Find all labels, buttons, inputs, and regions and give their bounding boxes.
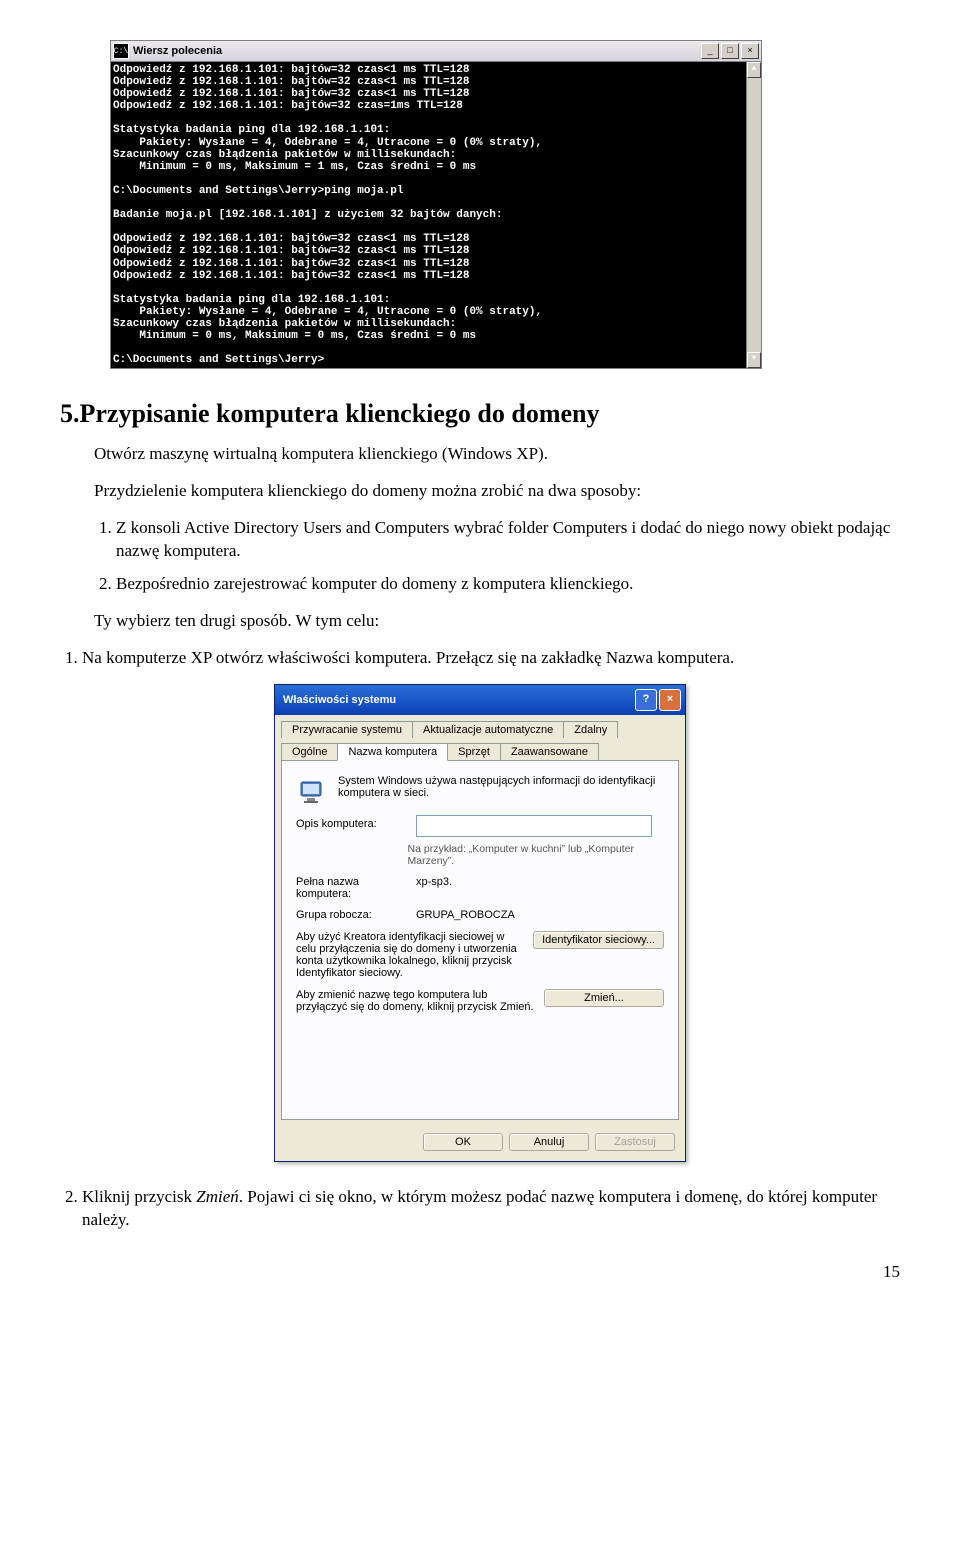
network-id-button[interactable]: Identyfikator sieciowy... bbox=[533, 931, 664, 949]
list-item: Z konsoli Active Directory Users and Com… bbox=[116, 517, 900, 563]
help-button[interactable]: ? bbox=[635, 689, 657, 711]
system-properties-dialog: Właściwości systemu ? × Przywracanie sys… bbox=[274, 684, 686, 1162]
tab-remote[interactable]: Zdalny bbox=[563, 721, 618, 738]
tab-computer-name[interactable]: Nazwa komputera bbox=[337, 743, 448, 761]
emphasis: Zmień bbox=[196, 1187, 239, 1206]
list-item: Na komputerze XP otwórz właściwości komp… bbox=[82, 647, 900, 670]
paragraph: Otwórz maszynę wirtualną komputera klien… bbox=[94, 443, 900, 466]
change-button[interactable]: Zmień... bbox=[544, 989, 664, 1007]
computer-description-label: Opis komputera: bbox=[296, 815, 416, 830]
network-id-text: Aby użyć Kreatora identyfikacji sieciowe… bbox=[296, 931, 533, 979]
paragraph: Ty wybierz ten drugi sposób. W tym celu: bbox=[94, 610, 900, 633]
computer-description-hint: Na przykład: „Komputer w kuchni” lub „Ko… bbox=[408, 843, 664, 867]
scroll-up-button[interactable]: ▲ bbox=[747, 62, 761, 78]
change-text: Aby zmienić nazwę tego komputera lub prz… bbox=[296, 989, 544, 1013]
tab-auto-updates[interactable]: Aktualizacje automatyczne bbox=[412, 721, 564, 738]
section-heading: 5.Przypisanie komputera klienckiego do d… bbox=[60, 399, 900, 429]
close-button[interactable]: × bbox=[741, 43, 759, 59]
close-button[interactable]: × bbox=[659, 689, 681, 711]
tab-advanced[interactable]: Zaawansowane bbox=[500, 743, 599, 761]
cancel-button[interactable]: Anuluj bbox=[509, 1133, 589, 1151]
cmd-scrollbar[interactable]: ▲▼ bbox=[746, 62, 761, 368]
dialog-title: Właściwości systemu bbox=[283, 694, 633, 706]
cmd-window: C:\ Wiersz polecenia _ □ × Odpowiedź z 1… bbox=[110, 40, 762, 369]
dialog-titlebar[interactable]: Właściwości systemu ? × bbox=[275, 685, 685, 715]
list-item: Kliknij przycisk Zmień. Pojawi ci się ok… bbox=[82, 1186, 900, 1232]
cmd-output: Odpowiedź z 192.168.1.101: bajtów=32 cza… bbox=[111, 62, 761, 368]
workgroup-label: Grupa robocza: bbox=[296, 906, 416, 921]
workgroup-value: GRUPA_ROBOCZA bbox=[416, 906, 515, 921]
tab-hardware[interactable]: Sprzęt bbox=[447, 743, 501, 761]
computer-icon bbox=[296, 775, 330, 809]
cmd-icon: C:\ bbox=[113, 43, 129, 59]
full-name-value: xp-sp3. bbox=[416, 873, 452, 888]
maximize-button[interactable]: □ bbox=[721, 43, 739, 59]
paragraph: Przydzielenie komputera klienckiego do d… bbox=[94, 480, 900, 503]
page-number: 15 bbox=[60, 1262, 900, 1282]
scroll-down-button[interactable]: ▼ bbox=[747, 352, 761, 368]
tab-general[interactable]: Ogólne bbox=[281, 743, 338, 761]
tab-panel: System Windows używa następujących infor… bbox=[281, 760, 679, 1120]
cmd-icon-text: C:\ bbox=[114, 47, 128, 56]
ok-button[interactable]: OK bbox=[423, 1133, 503, 1151]
apply-button[interactable]: Zastosuj bbox=[595, 1133, 675, 1151]
full-name-label: Pełna nazwa komputera: bbox=[296, 873, 416, 900]
dialog-description: System Windows używa następujących infor… bbox=[338, 775, 664, 799]
minimize-button[interactable]: _ bbox=[701, 43, 719, 59]
cmd-titlebar[interactable]: C:\ Wiersz polecenia _ □ × bbox=[111, 41, 761, 62]
tab-system-restore[interactable]: Przywracanie systemu bbox=[281, 721, 413, 738]
computer-description-input[interactable] bbox=[416, 815, 652, 837]
list-item: Bezpośrednio zarejestrować komputer do d… bbox=[116, 573, 900, 596]
text: Kliknij przycisk bbox=[82, 1187, 196, 1206]
cmd-title: Wiersz polecenia bbox=[133, 45, 701, 57]
